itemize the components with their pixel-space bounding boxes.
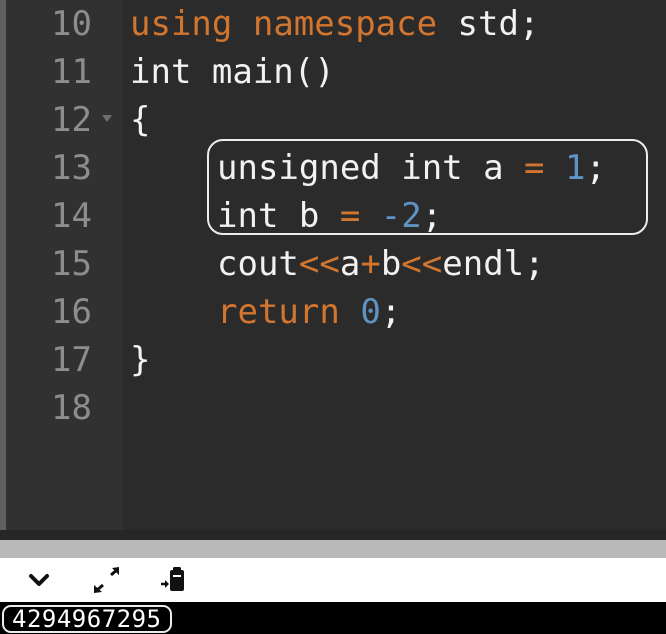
code-line-16[interactable]: 16 return 0; — [0, 288, 666, 336]
semicolon: ; — [380, 292, 402, 332]
code-text: return 0; — [217, 288, 401, 336]
code-text: cout<<a+b<<endl; — [217, 240, 545, 288]
code-line-17[interactable]: 17 } — [0, 336, 666, 384]
keyword-using: using — [130, 4, 233, 44]
code-line-18[interactable]: 18 — [0, 384, 666, 432]
console-toolbar — [0, 558, 666, 602]
line-number: 12 — [51, 100, 92, 140]
line-number: 18 — [51, 388, 92, 428]
line-number: 15 — [51, 244, 92, 284]
keyword-namespace: namespace — [252, 4, 438, 44]
identifier-a: a — [339, 244, 361, 284]
expand-button[interactable] — [90, 564, 124, 596]
line-number: 10 — [51, 4, 92, 44]
code-text: int main() — [130, 52, 335, 92]
line-number: 14 — [51, 196, 92, 236]
output-highlight: 4294967295 — [2, 605, 172, 633]
code-text: { — [130, 100, 151, 140]
line-number: 13 — [51, 148, 92, 188]
fold-arrow-icon[interactable] — [102, 115, 112, 122]
code-line-11[interactable]: 11 int main() — [0, 48, 666, 96]
operator-shift: << — [298, 244, 340, 284]
identifier-b: b — [380, 244, 402, 284]
console-output[interactable]: 4294967295 — [0, 602, 666, 634]
line-number: 16 — [51, 292, 92, 332]
operator-plus: + — [360, 244, 381, 284]
line-number: 11 — [51, 52, 92, 92]
highlight-annotation — [207, 139, 648, 235]
number-literal: 0 — [360, 292, 381, 332]
code-text: } — [130, 340, 151, 380]
line-number: 17 — [51, 340, 92, 380]
identifier-std: std; — [437, 4, 540, 44]
code-line-15[interactable]: 15 cout<<a+b<<endl; — [0, 240, 666, 288]
collapse-button[interactable] — [22, 564, 56, 596]
resize-handle[interactable] — [0, 540, 666, 558]
code-line-10[interactable]: 10 using namespace std; — [0, 0, 666, 48]
clipboard-icon — [161, 567, 184, 591]
program-output: 4294967295 — [12, 605, 162, 633]
chevron-down-icon — [29, 574, 49, 586]
code-line-12[interactable]: 12 { — [0, 96, 666, 144]
expand-icon — [94, 567, 119, 593]
code-editor[interactable]: 10 using namespace std; 11 int main() 12… — [0, 0, 666, 540]
identifier-cout: cout — [217, 244, 299, 284]
editor-bottom-edge — [0, 530, 666, 540]
keyword-return: return — [217, 292, 340, 332]
operator-shift: << — [401, 244, 443, 284]
clear-console-button[interactable] — [156, 564, 190, 596]
identifier-endl: endl; — [442, 244, 545, 284]
code-text: using namespace std; — [130, 0, 539, 48]
